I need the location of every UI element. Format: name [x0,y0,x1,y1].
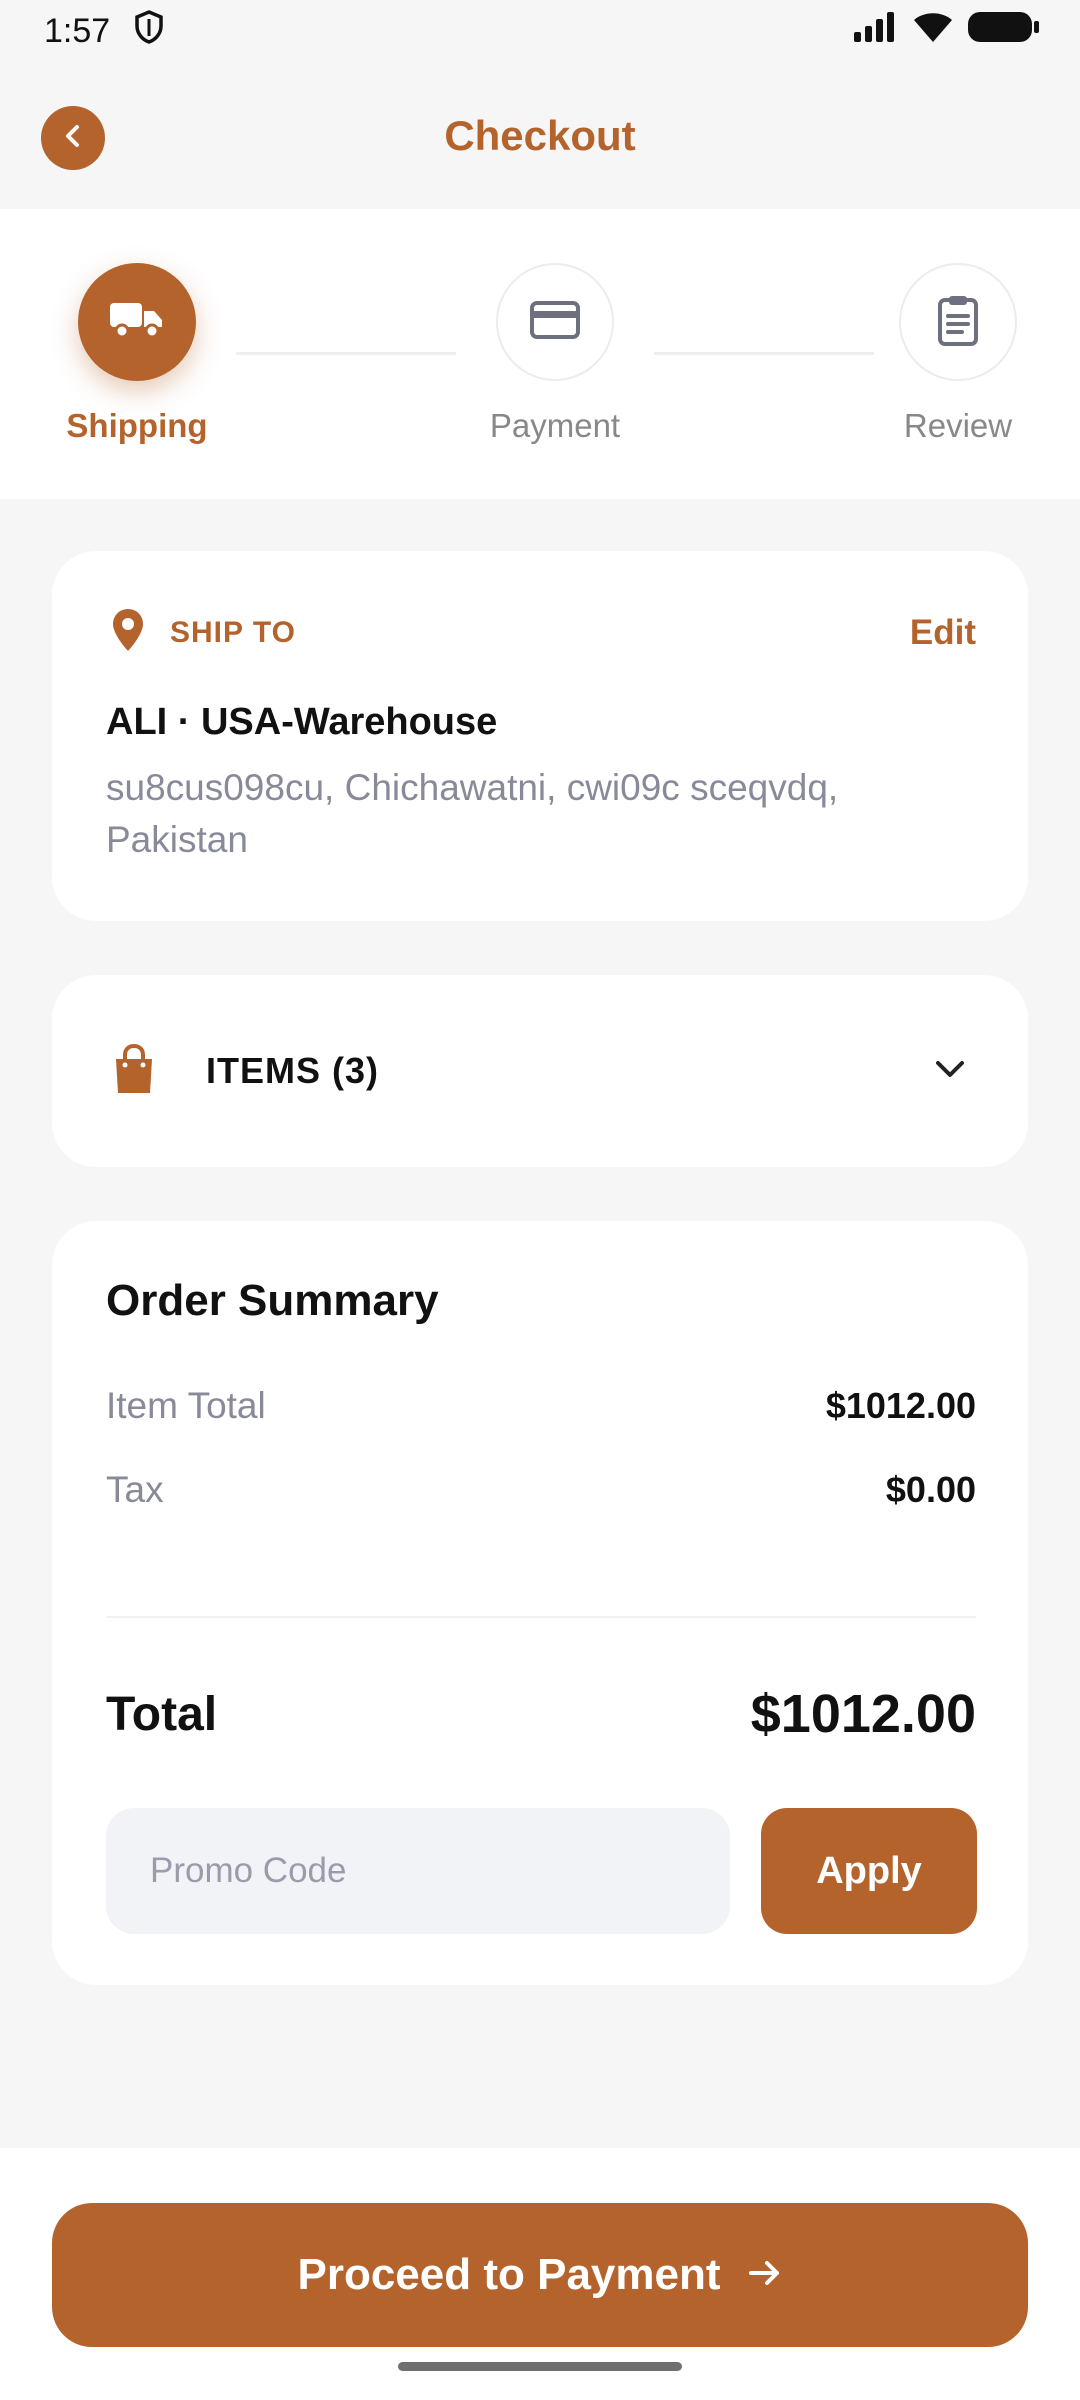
item-total-row: Item Total $1012.00 [106,1385,976,1427]
summary-divider [106,1616,976,1618]
step-review-label: Review [903,407,1013,444]
step-shipping[interactable]: Shipping [37,263,237,445]
step-shipping-label: Shipping [66,407,208,444]
total-value: $1012.00 [750,1684,976,1744]
wifi-icon [912,11,954,52]
items-label: ITEMS (3) [206,1050,380,1091]
apply-promo-button[interactable]: Apply [761,1808,977,1934]
total-row: Total $1012.00 [106,1683,976,1745]
checkout-stepper: Shipping Payment Review [0,209,1080,499]
item-total-value: $1012.00 [825,1385,976,1426]
vpn-shield-icon [134,9,164,53]
step-connector [236,352,456,355]
tax-label: Tax [106,1469,164,1510]
step-payment[interactable]: Payment [455,263,655,445]
order-summary-card: Order Summary Item Total $1012.00 Tax $0… [52,1221,1028,1985]
location-pin-icon [110,607,146,658]
edit-address-button[interactable]: Edit [910,613,976,653]
clipboard-icon [936,294,980,351]
tax-row: Tax $0.00 [106,1469,976,1511]
page-title: Checkout [444,112,636,159]
chevron-down-icon[interactable] [932,1057,968,1086]
item-total-label: Item Total [106,1385,266,1426]
ship-to-header: SHIP TO Edit [110,607,976,658]
home-indicator[interactable] [398,2362,682,2371]
step-payment-circle [496,263,614,381]
chevron-left-icon [58,121,88,156]
shipping-address: su8cus098cu, Chichawatni, cwi09c sceqvdq… [106,767,839,860]
order-summary-title: Order Summary [106,1276,439,1325]
step-review[interactable]: Review [858,263,1058,445]
shopping-bag-icon [112,1043,156,1100]
truck-icon [108,299,166,346]
step-connector [654,352,874,355]
battery-icon [968,11,1040,52]
items-card[interactable]: ITEMS (3) [52,975,1028,1167]
status-time: 1:57 [44,11,111,50]
total-label: Total [106,1687,218,1741]
step-review-circle [899,263,1017,381]
step-payment-label: Payment [489,407,621,444]
credit-card-icon [529,300,581,345]
proceed-to-payment-button[interactable]: Proceed to Payment [52,2203,1028,2347]
signal-icon [854,11,898,51]
status-bar: 1:57 [0,0,1080,62]
app-bar: Checkout [0,80,1080,192]
recipient-name: ALI · USA-Warehouse [106,701,498,743]
tax-value: $0.00 [885,1469,976,1510]
ship-to-label: SHIP TO [170,615,296,649]
back-button[interactable] [41,106,105,170]
ship-to-card: SHIP TO Edit ALI · USA-Warehouse su8cus0… [52,551,1028,921]
promo-code-input[interactable] [106,1808,730,1934]
step-shipping-circle [78,263,196,381]
arrow-right-icon [747,2250,783,2300]
proceed-label: Proceed to Payment [297,2250,721,2299]
